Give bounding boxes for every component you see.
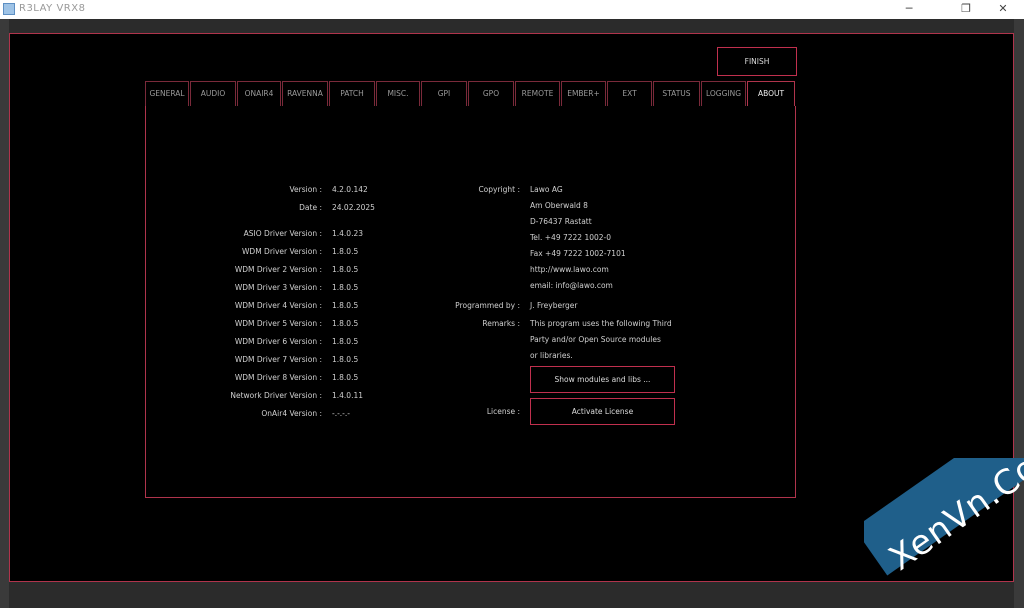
info-value: -.-.-.- — [332, 409, 350, 418]
activate-license-button[interactable]: Activate License — [530, 398, 675, 425]
info-label: Date : — [299, 203, 322, 212]
info-value: 24.02.2025 — [332, 203, 375, 212]
remarks-line: Party and/or Open Source modules — [530, 335, 661, 344]
tab-status[interactable]: STATUS — [653, 81, 700, 106]
info-value: 4.2.0.142 — [332, 185, 368, 194]
copyright-line: D-76437 Rastatt — [530, 217, 592, 226]
tab-misc[interactable]: MISC. — [376, 81, 420, 106]
close-button[interactable]: ✕ — [980, 0, 1024, 19]
info-label: ASIO Driver Version : — [243, 229, 322, 238]
show-modules-button[interactable]: Show modules and libs ... — [530, 366, 675, 393]
info-label: WDM Driver 8 Version : — [234, 373, 322, 382]
tab-patch[interactable]: PATCH — [329, 81, 375, 106]
copyright-line: Lawo AG — [530, 185, 563, 194]
info-label: WDM Driver 2 Version : — [234, 265, 322, 274]
watermark: XenVn.Com — [864, 458, 1024, 608]
info-value: 1.4.0.11 — [332, 391, 364, 400]
license-label: License : — [486, 407, 520, 416]
remarks-line: This program uses the following Third — [530, 319, 672, 328]
info-label: WDM Driver Version : — [242, 247, 322, 256]
info-value: 1.8.0.5 — [332, 337, 359, 346]
info-label: Version : — [289, 185, 323, 194]
tab-onair4[interactable]: ONAIR4 — [237, 81, 281, 106]
info-label: WDM Driver 6 Version : — [234, 337, 322, 346]
tab-logging[interactable]: LOGGING — [701, 81, 746, 106]
info-label: WDM Driver 5 Version : — [234, 319, 322, 328]
tab-general[interactable]: GENERAL — [145, 81, 189, 106]
info-value: 1.8.0.5 — [332, 247, 359, 256]
info-value: 1.8.0.5 — [332, 301, 359, 310]
tab-ravenna[interactable]: RAVENNA — [282, 81, 328, 106]
info-value: 1.4.0.23 — [332, 229, 364, 238]
programmed-by-label: Programmed by : — [455, 301, 520, 310]
copyright-line: email: info@lawo.com — [530, 281, 613, 290]
remarks-line: or libraries. — [530, 351, 573, 360]
remarks-label: Remarks : — [482, 319, 520, 328]
tab-about[interactable]: ABOUT — [747, 81, 795, 107]
tab-gpi[interactable]: GPI — [421, 81, 467, 106]
window-frame-left — [0, 19, 9, 608]
info-value: 1.8.0.5 — [332, 355, 359, 364]
info-label: WDM Driver 4 Version : — [234, 301, 322, 310]
tab-audio[interactable]: AUDIO — [190, 81, 236, 106]
info-value: 1.8.0.5 — [332, 283, 359, 292]
info-label: OnAir4 Version : — [261, 409, 322, 418]
info-label: WDM Driver 7 Version : — [234, 355, 322, 364]
programmed-by-value: J. Freyberger — [530, 301, 578, 310]
info-value: 1.8.0.5 — [332, 319, 359, 328]
title-bar: R3LAY VRX8 ─ ❐ ✕ — [0, 0, 1024, 19]
tab-ember[interactable]: EMBER+ — [561, 81, 606, 106]
info-value: 1.8.0.5 — [332, 373, 359, 382]
tab-gpo[interactable]: GPO — [468, 81, 514, 106]
minimize-button[interactable]: ─ — [886, 0, 932, 19]
tab-remote[interactable]: REMOTE — [515, 81, 560, 106]
website-link[interactable]: http://www.lawo.com — [530, 265, 609, 274]
info-label: WDM Driver 3 Version : — [234, 283, 322, 292]
app-icon — [3, 3, 15, 15]
window-title: R3LAY VRX8 — [19, 3, 86, 14]
copyright-line: Am Oberwald 8 — [530, 201, 588, 210]
copyright-line: Tel. +49 7222 1002-0 — [530, 233, 612, 242]
copyright-line: Fax +49 7222 1002-7101 — [530, 249, 626, 258]
info-label: Network Driver Version : — [230, 391, 322, 400]
copyright-label: Copyright : — [478, 185, 520, 194]
finish-button[interactable]: FINISH — [717, 47, 797, 76]
tab-ext[interactable]: EXT — [607, 81, 652, 106]
info-value: 1.8.0.5 — [332, 265, 359, 274]
